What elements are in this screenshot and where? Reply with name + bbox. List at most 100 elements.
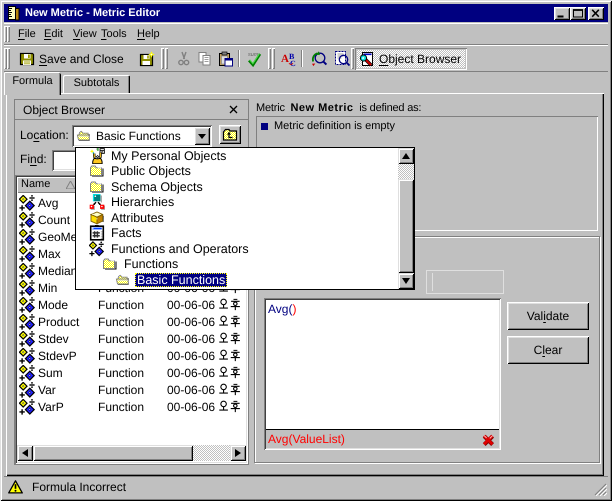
date-text: 00-06-06 bbox=[167, 314, 216, 329]
location-combobox[interactable]: Basic Functions bbox=[72, 125, 212, 147]
dropdown-item-functions[interactable]: Functions bbox=[76, 257, 414, 273]
dropdown-item-my-personal-objects[interactable]: My Personal Objects bbox=[76, 147, 414, 164]
formula-hint-bar: Avg(ValueList) bbox=[266, 429, 499, 448]
column-header-name[interactable]: Name bbox=[17, 177, 79, 193]
formula-function-name: Avg( bbox=[268, 302, 293, 316]
definition-label: Metric New Metric is defined as: bbox=[256, 102, 421, 114]
dropdown-item-attributes[interactable]: Attributes bbox=[76, 210, 414, 226]
scroll-up-button[interactable] bbox=[398, 148, 414, 164]
function-row-sum[interactable]: Sum Function 00-06-06 bbox=[17, 364, 246, 381]
toolbar: Save and Close sum A B C Object Browser bbox=[4, 45, 608, 72]
save-as-button[interactable] bbox=[138, 48, 156, 69]
toolbar-grip6[interactable] bbox=[272, 48, 275, 69]
dropdown-item-facts[interactable]: Facts bbox=[76, 225, 414, 242]
function-name: Mode bbox=[38, 297, 69, 312]
dropdown-item-label: Attributes bbox=[111, 210, 164, 225]
object-browser-icon bbox=[359, 52, 373, 67]
resize-grip[interactable] bbox=[594, 483, 607, 496]
hangul-pm-label bbox=[219, 332, 240, 345]
dropdown-item-public-objects[interactable]: Public Objects bbox=[76, 164, 414, 180]
dropdown-scroll-thumb[interactable] bbox=[398, 179, 414, 273]
attribute-icon bbox=[89, 211, 104, 225]
cut-button[interactable] bbox=[174, 48, 194, 69]
dropdown-scroll-track[interactable] bbox=[398, 164, 414, 179]
menu-help[interactable]: Help bbox=[130, 25, 167, 43]
dropdown-scrollbar[interactable] bbox=[398, 148, 414, 289]
dropdown-item-functions-and-operators[interactable]: Functions and Operators bbox=[76, 240, 414, 257]
location-dropdown-button[interactable] bbox=[194, 127, 210, 145]
dropdown-item-basic-functions[interactable]: Basic Functions bbox=[76, 272, 414, 288]
maximize-button[interactable] bbox=[570, 7, 586, 20]
close-button[interactable] bbox=[588, 7, 604, 20]
rename-abc-button[interactable]: A B C bbox=[279, 48, 301, 69]
function-row-product[interactable]: Product Function 00-06-06 bbox=[17, 313, 246, 330]
function-icon bbox=[19, 228, 36, 245]
formula-editor[interactable]: Avg() Avg(ValueList) bbox=[264, 298, 501, 450]
personal-icon bbox=[89, 147, 105, 164]
dropdown-item-label: Facts bbox=[111, 226, 142, 241]
dropdown-item-label: My Personal Objects bbox=[111, 148, 227, 163]
sort-ascending-icon bbox=[66, 181, 75, 189]
dropdown-item-hierarchies[interactable]: Hierarchies bbox=[76, 194, 414, 211]
toolbar-grip3[interactable] bbox=[161, 48, 164, 69]
scrollbar-track[interactable] bbox=[193, 445, 230, 461]
clear-button[interactable]: Clear bbox=[507, 336, 589, 364]
window-title: New Metric - Metric Editor bbox=[25, 7, 161, 19]
function-icon bbox=[89, 240, 105, 257]
object-browser-toggle-button[interactable]: Object Browser bbox=[355, 48, 468, 70]
horizontal-scrollbar[interactable] bbox=[17, 445, 246, 461]
validate-button[interactable]: Validate bbox=[507, 302, 589, 330]
formula-toolbar-placeholder bbox=[426, 270, 504, 294]
metric-editor-window: New Metric - Metric Editor File Edit View T… bbox=[0, 0, 612, 501]
scrollbar-thumb[interactable] bbox=[33, 445, 193, 461]
metric-window-icon bbox=[8, 6, 20, 21]
tab-formula[interactable]: Formula bbox=[4, 72, 61, 95]
function-name: StdevP bbox=[38, 348, 77, 363]
function-date: 00-06-06 bbox=[167, 366, 241, 380]
function-type: Function bbox=[98, 314, 145, 329]
formula-paren: ) bbox=[292, 302, 297, 316]
folder-icon bbox=[103, 258, 117, 270]
function-name: VarP bbox=[38, 399, 64, 414]
grip-line bbox=[432, 273, 434, 291]
fact-icon bbox=[89, 225, 105, 241]
toolbar-grip5[interactable] bbox=[268, 48, 271, 69]
function-row-mode[interactable]: Mode Function 00-06-06 bbox=[17, 296, 246, 313]
save-icon bbox=[19, 52, 35, 65]
scroll-left-button[interactable] bbox=[17, 445, 33, 461]
object-browser-button-label: Object Browser bbox=[379, 52, 462, 66]
validate-sum-button[interactable]: sum bbox=[244, 48, 264, 69]
date-text: 00-06-06 bbox=[167, 331, 216, 346]
function-row-stdev[interactable]: Stdev Function 00-06-06 bbox=[17, 330, 246, 347]
toolbar-grip7[interactable] bbox=[351, 48, 354, 69]
menu-bar: File Edit View Tools Help bbox=[4, 23, 608, 45]
zoom-button[interactable] bbox=[308, 48, 330, 69]
function-row-varp[interactable]: VarP Function 00-06-06 bbox=[17, 398, 246, 415]
dropdown-items: My Personal Objects Public Objects Schem… bbox=[76, 147, 414, 288]
menu-tools[interactable]: Tools bbox=[94, 25, 134, 43]
paste-button[interactable] bbox=[216, 48, 236, 69]
dropdown-item-label: Functions bbox=[124, 257, 179, 272]
copy-button[interactable] bbox=[195, 48, 215, 69]
toolbar-grip2[interactable] bbox=[7, 48, 10, 69]
dropdown-item-schema-objects[interactable]: Schema Objects bbox=[76, 179, 414, 195]
tab-subtotals[interactable]: Subtotals bbox=[63, 75, 130, 93]
scroll-right-button[interactable] bbox=[230, 445, 246, 461]
up-one-level-button[interactable] bbox=[219, 125, 241, 144]
metric-name: New Metric bbox=[290, 102, 354, 114]
function-type: Function bbox=[98, 365, 145, 380]
function-row-stdevp[interactable]: StdevP Function 00-06-06 bbox=[17, 347, 246, 364]
maximize-icon bbox=[573, 9, 583, 18]
zoom-page-button[interactable] bbox=[331, 48, 353, 69]
function-date: 00-06-06 bbox=[167, 315, 241, 329]
function-row-var[interactable]: Var Function 00-06-06 bbox=[17, 381, 246, 398]
minimize-button[interactable] bbox=[554, 7, 570, 20]
toolbar-grip4[interactable] bbox=[165, 48, 168, 69]
function-type: Function bbox=[98, 382, 145, 397]
up-folder-icon bbox=[222, 128, 238, 141]
object-browser-close-button[interactable] bbox=[227, 103, 240, 116]
save-and-close-button[interactable]: Save and Close bbox=[19, 48, 128, 69]
scroll-down-button[interactable] bbox=[398, 273, 414, 289]
menubar-grip2[interactable] bbox=[7, 26, 10, 42]
status-bar: Formula Incorrect bbox=[4, 476, 608, 497]
